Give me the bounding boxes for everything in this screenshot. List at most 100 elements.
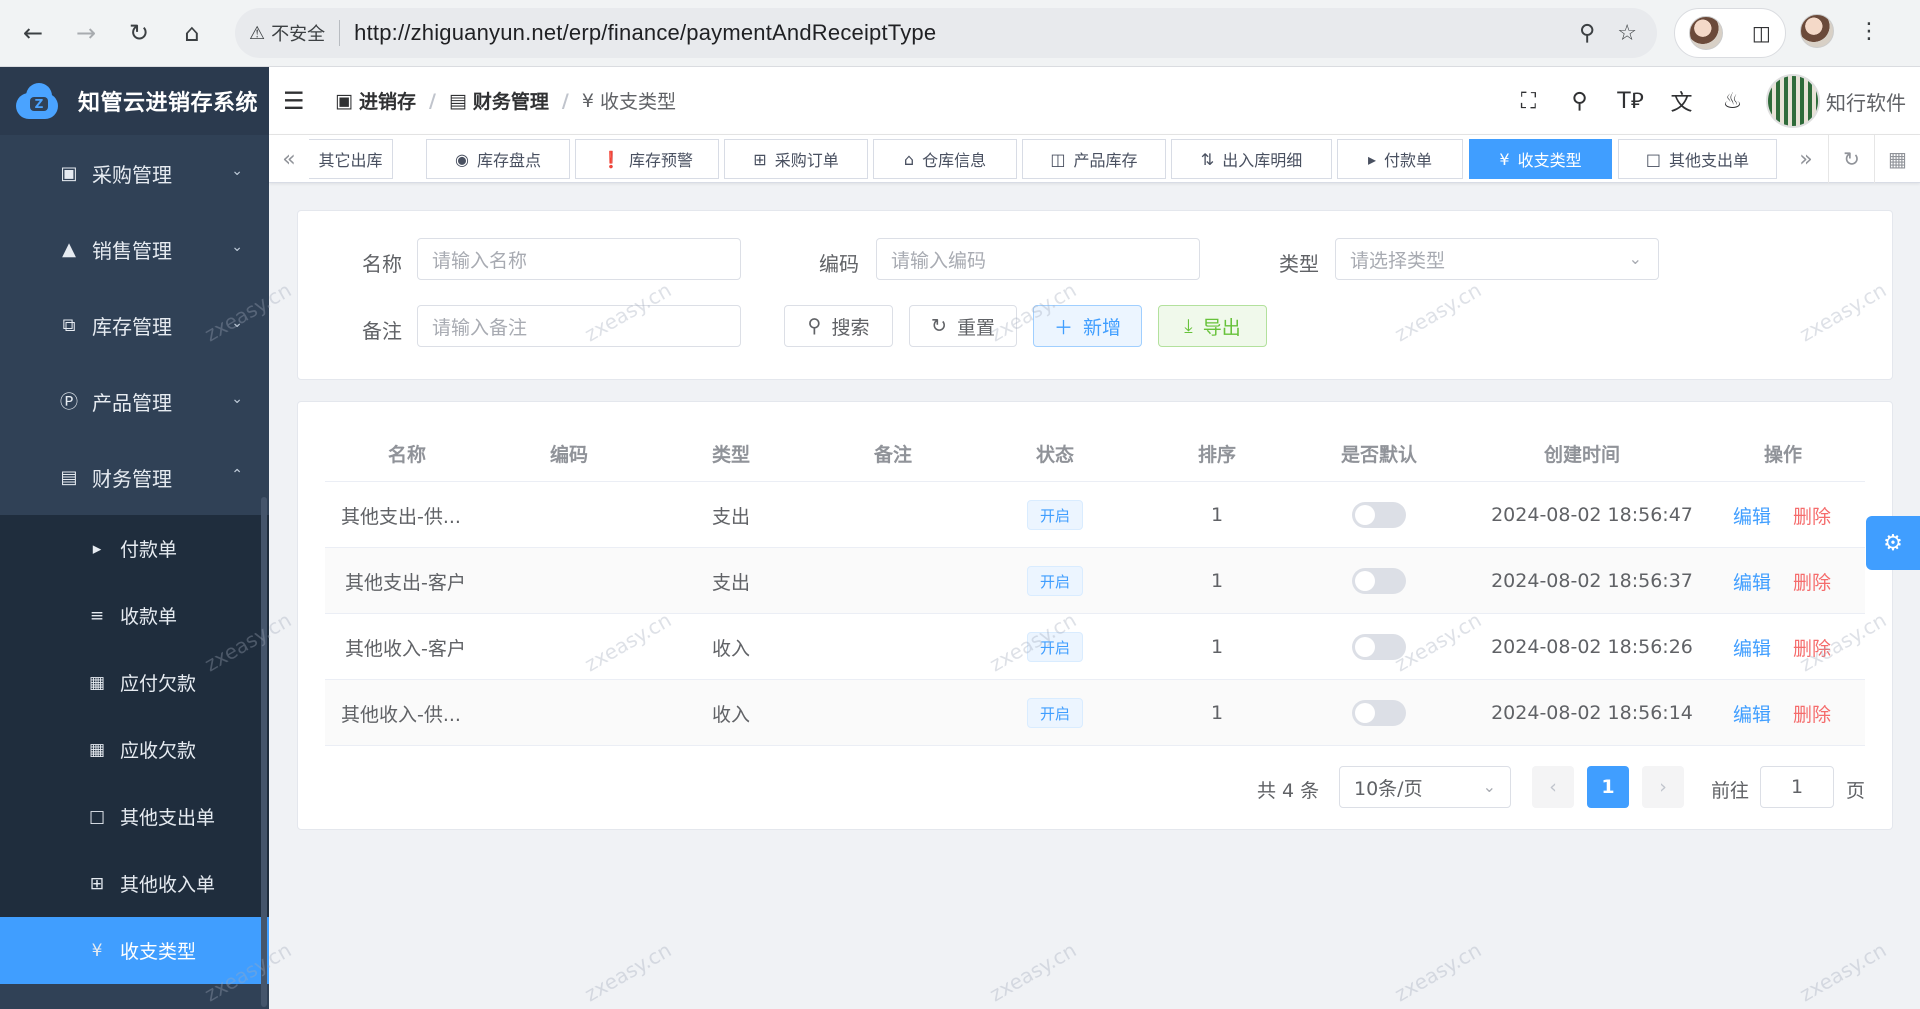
gear-icon: ⚙ <box>1883 530 1903 556</box>
tags-scroll-left-icon[interactable]: « <box>269 135 309 183</box>
sidebar-item-inventory[interactable]: ⧉ 库存管理 ⌄ <box>0 287 269 363</box>
sidebar-item-payment-receipt-type[interactable]: ¥ 收支类型 <box>0 917 269 984</box>
edit-link[interactable]: 编辑 <box>1733 700 1771 727</box>
goto-page-input[interactable]: 1 <box>1760 766 1834 808</box>
cell-created: 2024-08-02 18:56:26 <box>1491 636 1693 658</box>
default-toggle[interactable] <box>1352 634 1406 660</box>
sidebar-item-other-expense[interactable]: □ 其他支出单 <box>0 783 269 850</box>
app-logo[interactable]: Z 知管云进销存系统 <box>0 67 269 135</box>
page-size-select[interactable]: 10条/页 ⌄ <box>1339 766 1511 808</box>
sidebar-item-payment[interactable]: ▸ 付款单 <box>0 515 269 582</box>
home-icon[interactable]: ⌂ <box>172 13 212 53</box>
prev-page-button[interactable]: ‹ <box>1532 766 1574 808</box>
edit-link[interactable]: 编辑 <box>1733 634 1771 661</box>
remark-input[interactable]: 请输入备注 <box>417 305 741 347</box>
caret-right-icon: ▸ <box>1367 149 1376 169</box>
tag-stock-warning[interactable]: ❗ 库存预警 <box>575 139 719 179</box>
type-label: 类型 <box>1279 252 1319 276</box>
address-bar[interactable]: ⚠ 不安全 http://zhiguanyun.net/erp/finance/… <box>235 8 1657 58</box>
tag-purchase-order[interactable]: ⊞ 采购订单 <box>724 139 868 179</box>
settings-button[interactable]: ⚙ <box>1866 516 1920 570</box>
delete-link[interactable]: 删除 <box>1793 568 1831 595</box>
page-number-current[interactable]: 1 <box>1587 766 1629 808</box>
delete-link[interactable]: 删除 <box>1793 700 1831 727</box>
reset-button[interactable]: ↻ 重置 <box>909 305 1017 347</box>
back-icon[interactable]: ← <box>13 13 53 53</box>
reload-icon[interactable]: ↻ <box>119 13 159 53</box>
user-menu[interactable]: 知行软件 <box>1766 74 1906 128</box>
type-select[interactable]: 请选择类型 ⌄ <box>1335 238 1659 280</box>
table-row: 其他收入-客户 收入 开启 1 2024-08-02 18:56:26 编辑 删… <box>325 614 1865 680</box>
default-toggle[interactable] <box>1352 568 1406 594</box>
tag-product-stock[interactable]: ◫ 产品库存 <box>1022 139 1166 179</box>
code-input[interactable]: 请输入编码 <box>876 238 1200 280</box>
delete-link[interactable]: 删除 <box>1793 634 1831 661</box>
chevron-down-icon: ⌄ <box>231 239 243 255</box>
sidebar-item-receivable[interactable]: ▦ 应收欠款 <box>0 716 269 783</box>
add-button[interactable]: ＋ 新增 <box>1033 305 1142 347</box>
breadcrumb-item-finance[interactable]: ▤ 财务管理 <box>449 87 549 114</box>
watermark: zxeasy.cn <box>1795 937 1891 1007</box>
sidebar-item-sales[interactable]: ▲ 销售管理 ⌄ <box>0 211 269 287</box>
column-header-default: 是否默认 <box>1340 444 1417 466</box>
sidebar-item-finance[interactable]: ▤ 财务管理 ⌃ <box>0 439 269 515</box>
sidebar-item-purchase[interactable]: ▣ 采购管理 ⌄ <box>0 135 269 211</box>
menu-kebab-icon[interactable]: ⋮ <box>1858 19 1880 44</box>
fullscreen-icon[interactable]: ⛶ <box>1503 89 1554 114</box>
tags-scroll-right-icon[interactable]: » <box>1786 135 1826 183</box>
app-title: 知管云进销存系统 <box>78 91 259 116</box>
tags-menu-grid-icon[interactable]: ▦ <box>1874 135 1920 183</box>
tag-payment-receipt-type[interactable]: ¥ 收支类型 <box>1469 139 1612 179</box>
bell-icon[interactable]: ♨ <box>1707 89 1758 114</box>
url-text[interactable]: http://zhiguanyun.net/erp/finance/paymen… <box>354 20 936 46</box>
sidebar-item-product[interactable]: Ⓟ 产品管理 ⌄ <box>0 363 269 439</box>
search-button[interactable]: ⚲ 搜索 <box>784 305 893 347</box>
forward-icon[interactable]: → <box>66 13 106 53</box>
list-icon: ≡ <box>89 605 105 626</box>
breadcrumb-item-erp[interactable]: ▣ 进销存 <box>335 87 416 114</box>
export-button[interactable]: ⤓ 导出 <box>1158 305 1267 347</box>
profile-pill[interactable]: ◫ <box>1674 8 1786 58</box>
calendar-icon: ▦ <box>88 672 106 693</box>
translate-icon[interactable]: 文 <box>1656 85 1707 117</box>
tag-other-outbound[interactable]: 其它出库 <box>309 139 393 179</box>
sidebar: Z 知管云进销存系统 ▣ 采购管理 ⌄ ▲ 销售管理 ⌄ ⧉ 库存管理 ⌄ Ⓟ … <box>0 67 269 1009</box>
cell-type: 支出 <box>711 571 750 594</box>
folder-icon: □ <box>1645 149 1662 169</box>
zoom-icon[interactable]: ⚲ <box>1579 21 1595 46</box>
sidebar-scrollbar[interactable] <box>261 497 267 1007</box>
bookmark-star-icon[interactable]: ☆ <box>1617 21 1637 46</box>
hamburger-icon[interactable]: ☰ <box>283 87 315 115</box>
tag-warehouse[interactable]: ⌂ 仓库信息 <box>873 139 1017 179</box>
calendar-icon: ▦ <box>88 739 106 760</box>
security-indicator[interactable]: ⚠ 不安全 <box>249 20 325 46</box>
breadcrumb-item-current: ¥ 收支类型 <box>581 89 676 114</box>
extensions-icon[interactable]: ◫ <box>1752 21 1771 45</box>
delete-link[interactable]: 删除 <box>1793 502 1831 529</box>
refresh-icon[interactable]: ↻ <box>1828 135 1874 183</box>
next-page-button[interactable]: › <box>1642 766 1684 808</box>
chevron-down-icon: ⌄ <box>231 315 243 331</box>
search-icon[interactable]: ⚲ <box>1554 89 1605 114</box>
tag-other-expense[interactable]: □ 其他支出单 <box>1618 139 1777 179</box>
sidebar-item-other-income[interactable]: ⊞ 其他收入单 <box>0 850 269 917</box>
tag-stock-detail[interactable]: ⇅ 出入库明细 <box>1171 139 1332 179</box>
sidebar-item-receipt[interactable]: ≡ 收款单 <box>0 582 269 649</box>
plus-icon: ＋ <box>1053 316 1073 339</box>
profile-avatar[interactable] <box>1689 16 1724 50</box>
remark-label: 备注 <box>362 319 402 343</box>
edit-link[interactable]: 编辑 <box>1733 568 1771 595</box>
name-input[interactable]: 请输入名称 <box>417 238 741 280</box>
account-avatar[interactable] <box>1800 14 1834 48</box>
avatar[interactable] <box>1766 74 1820 128</box>
chevron-down-icon: ⌄ <box>1482 777 1496 796</box>
sidebar-item-payable[interactable]: ▦ 应付欠款 <box>0 649 269 716</box>
folder-add-icon: ⊞ <box>89 873 105 894</box>
font-size-icon[interactable]: T⃄ <box>1605 87 1656 115</box>
tag-stocktake[interactable]: ◉ 库存盘点 <box>426 139 570 179</box>
store-icon: ▣ <box>335 89 353 112</box>
default-toggle[interactable] <box>1352 700 1406 726</box>
edit-link[interactable]: 编辑 <box>1733 502 1771 529</box>
tag-payment[interactable]: ▸ 付款单 <box>1337 139 1463 179</box>
default-toggle[interactable] <box>1352 502 1406 528</box>
